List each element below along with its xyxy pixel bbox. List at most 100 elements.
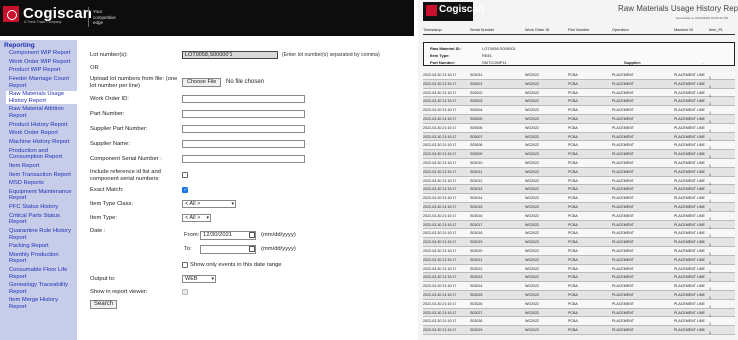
table-cell: PLACEMENT [612,231,634,236]
table-cell: S03014 [470,196,483,201]
sidebar-header: Reporting [4,42,35,49]
supplier-part-input[interactable] [182,125,305,133]
table-cell: S03004 [470,108,483,113]
item-type-select[interactable]: < All > [182,214,211,222]
sidebar-item[interactable]: Quarantine Rule History Report [0,228,77,241]
work-order-input[interactable] [182,95,305,103]
table-cell: S03028 [470,319,483,324]
sidebar-item[interactable]: Genealogy Traceability Report [0,282,77,295]
table-cell: WO2022 [525,319,540,324]
item-type-label: Item Type: [90,215,117,221]
sidebar-item[interactable]: Equipment Maintenance Report [0,189,77,202]
table-cell: PLACEMENT [612,169,634,174]
sidebar-item[interactable]: Raw Material Attrition Report [0,106,77,119]
report-viewer: Cogiscan Raw Materials Usage History Rep… [418,0,738,340]
table-cell: PCBA [568,257,578,262]
sidebar-item[interactable]: Feeder Marriage Count Report [0,76,77,89]
table-cell: 2022-03-30 21:10:17 [423,73,457,77]
table-cell: PLACEMENT [612,301,634,306]
table-cell: WO2022 [525,231,540,236]
table-cell: S03024 [470,284,483,289]
sidebar-item[interactable]: Product History Report [0,122,77,129]
table-cell: PLACEMENT [612,248,634,253]
choose-file-button[interactable]: Choose File [182,78,222,87]
top-bar: Cogiscan A Track Trace Company Your comp… [0,0,414,36]
table-cell: WO2022 [525,169,540,174]
sidebar-item[interactable]: PFC Status History [0,204,77,211]
sidebar-item[interactable]: Component WIP Report [0,50,77,57]
table-cell: PCBA [568,196,578,201]
show-viewer-checkbox[interactable] [182,289,188,295]
table-row: 2022-03-30 21:10:17 S03011 WO2022 PCBA PLACE… [423,167,735,177]
item-type-class-label: Item Type Class: [90,201,134,207]
sidebar-item[interactable]: Machine History Report [0,139,77,146]
column-header: Work Order ID [525,28,550,32]
table-cell: PCBA [568,266,578,271]
component-serial-input[interactable] [182,155,305,163]
tagline-line: edge [93,20,104,25]
sidebar-item[interactable]: Item Report [0,163,77,170]
sidebar-item[interactable]: Product WIP Report [0,67,77,74]
table-cell: PLACEMENT LINE [674,178,705,183]
table-cell: PLACEMENT LINE [674,319,705,324]
sidebar-item[interactable]: Production and Consumption Report [0,148,77,161]
table-cell: PCBA [568,178,578,183]
sidebar-item[interactable]: Item Merge History Report [0,297,77,310]
sidebar-item[interactable]: Packing Report [0,243,77,250]
sidebar-item[interactable]: Work Order WIP Report [0,59,77,66]
item-type-class-select[interactable]: < All > [182,200,236,208]
table-cell: 2022-03-30 21:10:17 [423,257,457,262]
output-select[interactable]: WEB [182,275,216,283]
or-label: OR [90,65,99,71]
sidebar-item[interactable]: Item Transaction Report [0,172,77,179]
table-cell: PCBA [568,143,578,148]
table-row: 2022-03-30 21:10:17 S03022 WO2022 PCBA PLACE… [423,264,735,274]
to-calendar-icon[interactable] [249,246,255,252]
to-date-input[interactable] [200,245,256,254]
table-cell: 2022-03-30 21:10:17 [423,275,457,280]
table-cell: WO2022 [525,178,540,183]
table-cell: PLACEMENT [612,73,634,77]
sidebar-item[interactable]: Monthly Production Report [0,252,77,265]
table-cell: PCBA [568,116,578,121]
table-cell: 2022-03-30 21:10:17 [423,292,457,297]
table-cell: PCBA [568,204,578,209]
include-ref-checkbox[interactable] [182,172,188,178]
sidebar-item[interactable]: Work Order Report [0,130,77,137]
table-cell: PCBA [568,134,578,139]
table-row: 2022-03-30 21:10:17 S03024 WO2022 PCBA PLACE… [423,282,735,291]
part-number-input[interactable] [182,110,305,118]
table-row: 2022-03-30 21:10:17 S03006 WO2022 PCBA PLACE… [423,123,735,133]
lot-number-input[interactable]: LOT0058,S00000'1 [182,51,278,59]
sidebar-item[interactable]: Critical Parts Status Report [0,213,77,226]
table-cell: PLACEMENT LINE [674,275,705,280]
table-cell: PLACEMENT [612,310,634,315]
exact-match-checkbox[interactable] [182,187,188,193]
table-cell: PLACEMENT [612,125,634,130]
table-cell: PLACEMENT LINE [674,169,705,174]
table-cell: PLACEMENT LINE [674,152,705,157]
table-cell: 2022-03-30 21:10:17 [423,319,457,324]
from-date-input[interactable]: 12/30/2021 [200,231,256,240]
report-title: Raw Materials Usage History Report [618,4,738,13]
supplier-name-input[interactable] [182,140,305,148]
table-cell: WO2022 [525,284,540,289]
from-calendar-icon[interactable] [249,232,255,238]
table-cell: 2022-03-30 21:10:17 [423,125,457,130]
table-row: 2022-03-30 21:10:17 S03010 WO2022 PCBA PLACE… [423,158,735,168]
search-button[interactable]: Search [90,300,118,309]
tagline: Your competitive edge [93,9,116,26]
table-cell: PCBA [568,319,578,324]
show-events-checkbox[interactable] [182,262,188,268]
table-cell: PLACEMENT [612,292,634,297]
table-cell: WO2022 [525,116,540,121]
report-logo: Cogiscan [423,2,484,21]
sidebar-item[interactable]: Raw Materials Usage History Report [6,91,77,105]
table-cell: PLACEMENT LINE [674,108,705,113]
table-row: 2022-03-30 21:10:17 S03001 WO2022 PCBA PLACE… [423,79,735,89]
sidebar-item[interactable]: MSD Reports [0,180,77,187]
table-cell: PLACEMENT [612,108,634,113]
table-cell: 2022-03-30 21:10:17 [423,99,457,104]
table-row: 2022-03-30 21:10:17 S03016 WO2022 PCBA PLACE… [423,211,735,221]
sidebar-item[interactable]: Consumable Floor Life Report [0,267,77,280]
